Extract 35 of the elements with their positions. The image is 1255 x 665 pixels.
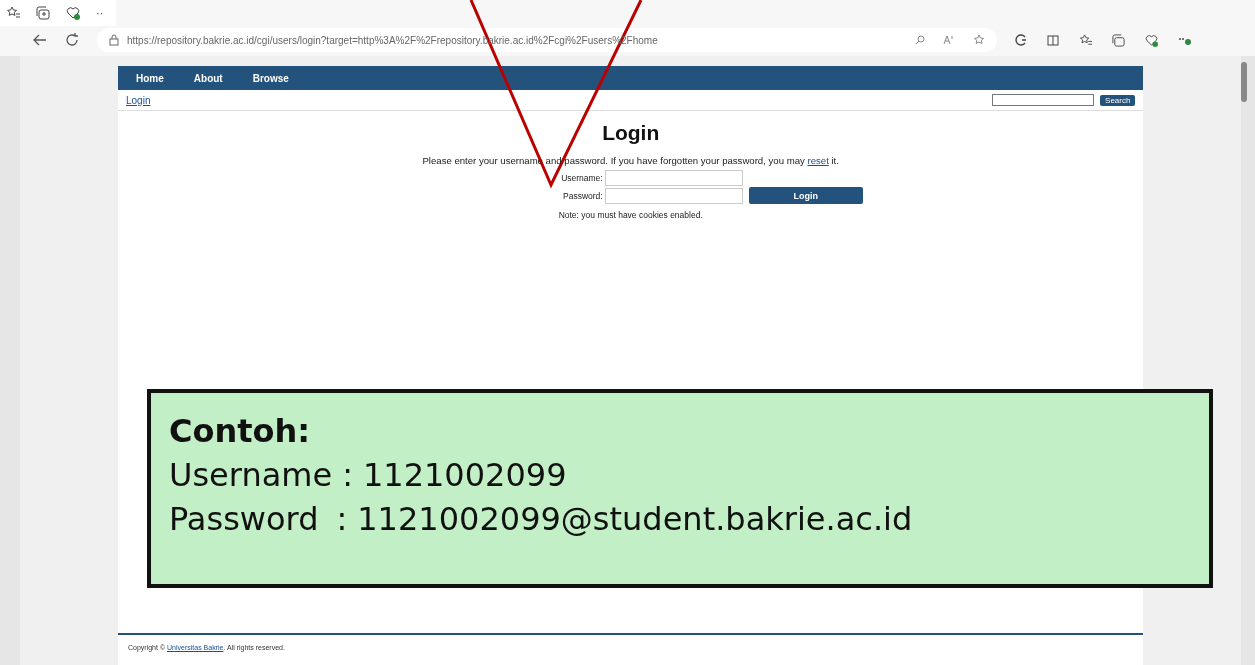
collections-icon[interactable] [1112, 33, 1125, 47]
nav-link[interactable]: Home [136, 72, 164, 84]
credential-label: Password [169, 499, 319, 540]
refresh-icon[interactable] [65, 33, 79, 47]
split-screen-icon[interactable] [1047, 34, 1059, 46]
collections-icon[interactable] [36, 6, 50, 20]
scrollbar[interactable] [1241, 62, 1247, 102]
page-title: Login [602, 121, 660, 145]
colon-separator: : [342, 455, 353, 496]
note-text: Note: you must have cookies enabled. [558, 210, 703, 220]
password-label: Password: [562, 190, 603, 201]
search-icon[interactable] [915, 35, 925, 45]
favorites-icon[interactable] [1079, 33, 1092, 47]
username-field[interactable] [604, 170, 743, 186]
login-button[interactable]: Login [748, 187, 863, 204]
credential-value: 1121002099@student.bakrie.ac.id [357, 499, 913, 540]
callout-heading: Contoh: [169, 411, 312, 452]
favorites-icon[interactable] [6, 6, 20, 20]
credential-label: Username [169, 455, 333, 496]
search-field[interactable] [992, 94, 1095, 106]
search-button[interactable]: Search [1100, 94, 1136, 106]
login-link[interactable]: Login [126, 94, 151, 106]
more-button[interactable]: ·· [96, 7, 104, 19]
nav-link[interactable]: About [193, 72, 223, 84]
colon-separator: : [336, 499, 348, 540]
lock-icon [109, 34, 119, 46]
star-icon[interactable] [973, 34, 985, 46]
password-field[interactable] [604, 187, 743, 204]
nav-link[interactable]: Browse [252, 72, 289, 84]
back-icon[interactable] [33, 34, 47, 46]
credential-value: 1121002099 [362, 455, 567, 496]
read-aloud-icon[interactable] [943, 35, 955, 45]
more-icon[interactable] [1178, 35, 1192, 45]
username-label: Username: [560, 173, 603, 183]
reset-link[interactable]: reset [807, 155, 829, 166]
